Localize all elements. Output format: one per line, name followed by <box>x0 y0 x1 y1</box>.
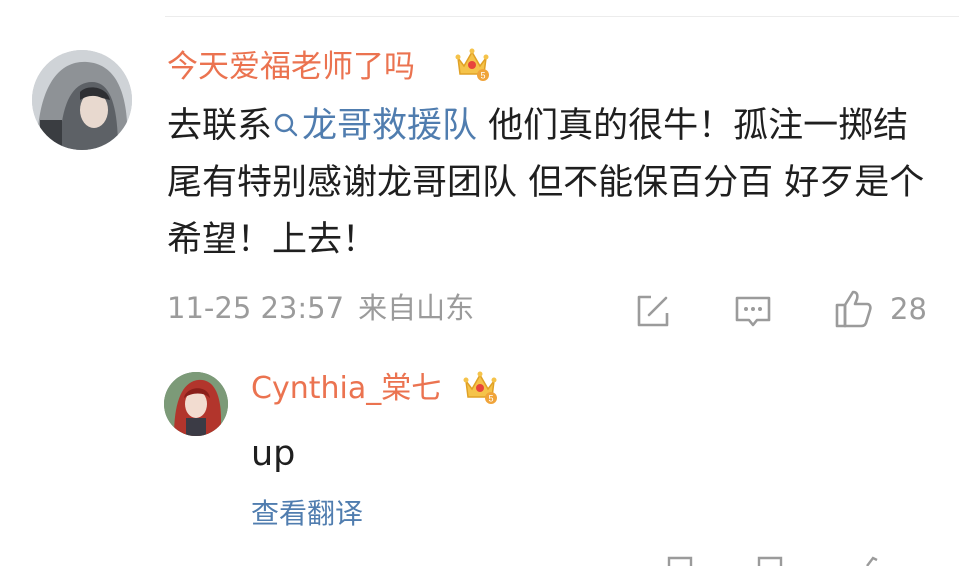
vip-crown-icon: 5 <box>463 371 497 404</box>
mention-link[interactable]: 龙哥救援队 <box>272 106 477 146</box>
bottom-action-icon[interactable] <box>855 556 885 566</box>
like-icon[interactable] <box>833 289 873 329</box>
bottom-action-icon[interactable] <box>755 556 785 566</box>
location: 来自山东 <box>358 291 475 325</box>
mention-text[interactable]: 龙哥救援队 <box>302 106 477 146</box>
comment-icon[interactable] <box>733 292 773 332</box>
top-divider <box>165 16 959 17</box>
bottom-action-icon[interactable] <box>665 556 695 566</box>
reply-avatar[interactable] <box>164 372 228 436</box>
reply-username[interactable]: Cynthia_棠七 <box>251 374 441 404</box>
comment-meta: 11-25 23:57 来自山东 <box>167 294 474 323</box>
comment-username[interactable]: 今天爱福老师了吗 <box>167 52 415 83</box>
like-count: 28 <box>890 292 927 326</box>
vip-crown-icon: 5 <box>455 48 489 81</box>
timestamp: 11-25 23:57 <box>167 291 345 325</box>
share-icon[interactable] <box>633 291 673 331</box>
svg-text:5: 5 <box>480 71 485 81</box>
comment-body: 去联系 龙哥救援队 他们真的很牛！孤注一掷结尾有特别感谢龙哥团队 但不能保百分百 … <box>167 98 927 269</box>
search-icon <box>274 113 298 137</box>
reply-body: up <box>251 434 296 474</box>
translate-link[interactable]: 查看翻译 <box>251 500 363 528</box>
comment-text-part: 去联系 <box>167 106 273 146</box>
svg-text:5: 5 <box>488 394 493 404</box>
user-avatar[interactable] <box>32 50 132 150</box>
